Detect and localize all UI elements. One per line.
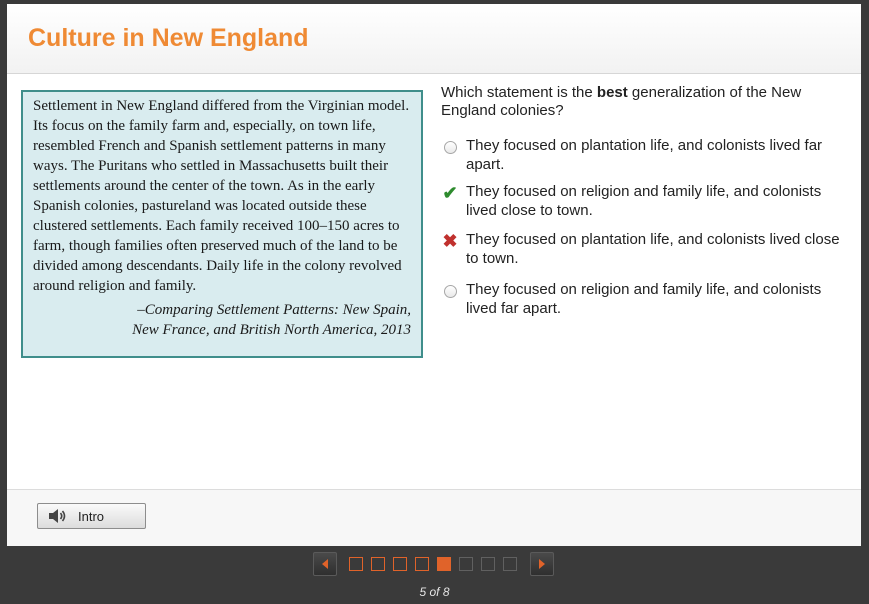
page-indicator-5-current[interactable] [437, 557, 451, 571]
page-title: Culture in New England [28, 24, 309, 52]
speaker-icon [48, 507, 70, 525]
previous-page-button[interactable] [313, 552, 337, 576]
passage-citation: –Comparing Settlement Patterns: New Spai… [33, 300, 411, 340]
page-indicator-1[interactable] [349, 557, 363, 571]
x-mark-icon: ✖ [442, 231, 458, 251]
lesson-panel: Culture in New England Settlement in New… [7, 4, 861, 546]
citation-line-1: –Comparing Settlement Patterns: New Spai… [137, 302, 411, 318]
answer-option-label: They focused on religion and family life… [466, 281, 822, 317]
answer-option-2[interactable]: ✔ They focused on religion and family li… [441, 182, 851, 222]
answer-option-4[interactable]: They focused on religion and family life… [441, 280, 851, 320]
radio-button-icon[interactable] [441, 282, 459, 300]
answer-option-1[interactable]: They focused on plantation life, and col… [441, 136, 851, 176]
passage-text: Settlement in New England differed from … [33, 98, 410, 294]
page-indicator-6[interactable] [459, 557, 473, 571]
page-indicator-2[interactable] [371, 557, 385, 571]
next-page-button[interactable] [530, 552, 554, 576]
answer-option-3[interactable]: ✖ They focused on plantation life, and c… [441, 230, 851, 270]
page-indicator-7[interactable] [481, 557, 495, 571]
page-indicator-3[interactable] [393, 557, 407, 571]
chevron-left-icon [322, 559, 328, 569]
pagination-bar: 5 of 8 [0, 549, 869, 604]
chevron-right-icon [539, 559, 545, 569]
page-indicator-4[interactable] [415, 557, 429, 571]
answer-option-label: They focused on religion and family life… [466, 183, 822, 219]
reading-passage: Settlement in New England differed from … [21, 90, 423, 358]
intro-button[interactable]: Intro [37, 503, 146, 529]
page-indicator-8[interactable] [503, 557, 517, 571]
radio-button-icon[interactable] [441, 138, 459, 156]
question-emphasis: best [596, 84, 628, 101]
page-counter: 5 of 8 [419, 585, 450, 599]
citation-line-2: New France, and British North America, 2… [132, 322, 411, 338]
answer-option-label: They focused on plantation life, and col… [466, 231, 840, 267]
intro-button-label: Intro [78, 508, 105, 524]
lesson-header: Culture in New England [7, 4, 861, 74]
answer-option-label: They focused on plantation life, and col… [466, 137, 823, 173]
check-mark-icon: ✔ [442, 183, 458, 203]
question-prefix: Which statement is the [441, 84, 597, 101]
question-prompt: Which statement is the best generalizati… [441, 84, 841, 120]
